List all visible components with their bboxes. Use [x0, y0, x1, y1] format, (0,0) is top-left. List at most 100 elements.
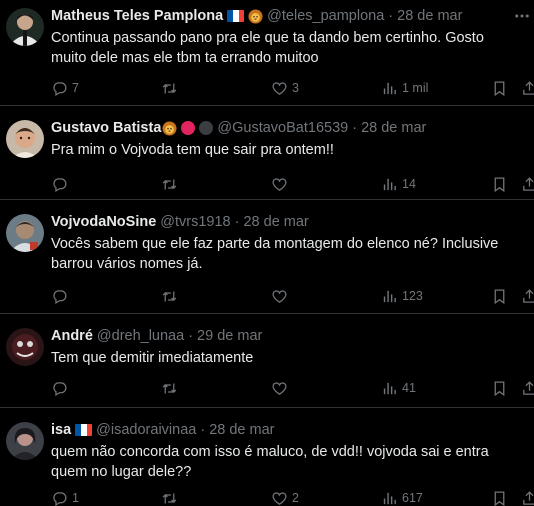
view-count: 14: [402, 177, 416, 191]
views-icon: [383, 382, 396, 394]
display-name[interactable]: Matheus Teles Pamplona: [51, 8, 223, 24]
bookmark-icon: [494, 380, 505, 396]
reply-icon: [53, 491, 67, 506]
tweet-text: Pra mim o Vojvoda tem que sair pra ontem…: [51, 142, 334, 158]
user-handle[interactable]: @dreh_lunaa: [97, 328, 184, 344]
retweet-icon: [162, 291, 177, 301]
red-circle-icon: [181, 121, 196, 135]
more-icon[interactable]: [512, 6, 532, 26]
separator-dot: ·: [388, 8, 394, 24]
avatar[interactable]: [6, 422, 44, 460]
bookmark-icon: [494, 288, 505, 304]
display-name[interactable]: VojvodaNoSine: [51, 214, 156, 230]
views-icon: [383, 178, 396, 190]
reply-button[interactable]: [51, 286, 72, 306]
tweet-text: Tem que demitir imediatamente: [51, 350, 254, 366]
avatar[interactable]: [6, 120, 44, 158]
bookmark-button[interactable]: [491, 378, 508, 398]
tweet-text: Vocês sabem que ele faz parte da montage…: [51, 236, 499, 272]
avatar[interactable]: [6, 8, 44, 46]
tweet-text: quem não concorda com isso é maluco, de …: [51, 444, 489, 480]
separator-dot: ·: [200, 422, 206, 438]
share-icon: [523, 490, 534, 505]
retweet-button[interactable]: [161, 286, 182, 306]
tweet-text: Continua passando pano pra ele que ta da…: [51, 30, 484, 66]
retweet-button[interactable]: [161, 174, 182, 194]
tweet[interactable]: VojvodaNoSine @tvrs1918 · 28 de mar Você…: [0, 200, 534, 314]
views-button[interactable]: 123: [381, 286, 423, 306]
like-icon: [272, 491, 287, 505]
tweet[interactable]: Gustavo Batista @GustavoBat16539 · 28 de…: [0, 106, 534, 200]
share-button[interactable]: [521, 378, 534, 398]
like-button[interactable]: 2: [271, 488, 299, 506]
views-button[interactable]: 617: [381, 488, 423, 506]
views-button[interactable]: 41: [381, 378, 416, 398]
tweet[interactable]: André @dreh_lunaa · 29 de mar Tem que de…: [0, 314, 534, 408]
bookmark-icon: [494, 490, 505, 506]
tweet-actions: 1 2 617: [51, 488, 534, 506]
bookmark-button[interactable]: [491, 488, 508, 506]
avatar[interactable]: [6, 214, 44, 252]
like-icon: [272, 381, 287, 395]
reply-button[interactable]: [51, 378, 72, 398]
user-handle[interactable]: @GustavoBat16539: [217, 120, 348, 136]
tweet-date[interactable]: 29 de mar: [197, 328, 262, 344]
like-button[interactable]: [271, 174, 292, 194]
retweet-button[interactable]: [161, 78, 182, 98]
reply-button[interactable]: 1: [51, 488, 79, 506]
like-button[interactable]: [271, 378, 292, 398]
reply-icon: [53, 381, 67, 396]
bookmark-button[interactable]: [491, 78, 508, 98]
reply-count: 1: [72, 491, 79, 505]
reply-count: 7: [72, 81, 79, 95]
display-name[interactable]: Gustavo Batista: [51, 120, 161, 136]
reply-button[interactable]: [51, 174, 72, 194]
retweet-icon: [162, 383, 177, 393]
view-count: 617: [402, 491, 423, 505]
user-handle[interactable]: @teles_pamplona: [267, 8, 384, 24]
like-button[interactable]: 3: [271, 78, 299, 98]
like-count: 3: [292, 81, 299, 95]
reply-icon: [53, 289, 67, 304]
bookmark-icon: [494, 176, 505, 192]
views-icon: [383, 290, 396, 302]
tweet-date[interactable]: 28 de mar: [243, 214, 308, 230]
retweet-icon: [162, 179, 177, 189]
like-icon: [272, 177, 287, 191]
bookmark-button[interactable]: [491, 286, 508, 306]
tweet[interactable]: isa @isadoraivinaa · 28 de mar quem não …: [0, 408, 534, 506]
like-icon: [272, 289, 287, 303]
share-icon: [523, 380, 534, 395]
retweet-button[interactable]: [161, 488, 182, 506]
share-icon: [523, 80, 534, 95]
views-icon: [383, 82, 396, 94]
bookmark-button[interactable]: [491, 174, 508, 194]
share-icon: [523, 288, 534, 303]
tweet[interactable]: Matheus Teles Pamplona @teles_pamplona ·…: [0, 0, 534, 106]
reply-button[interactable]: 7: [51, 78, 79, 98]
share-button[interactable]: [521, 286, 534, 306]
retweet-icon: [162, 493, 177, 503]
reply-icon: [53, 81, 67, 96]
retweet-icon: [162, 83, 177, 93]
tweet-date[interactable]: 28 de mar: [209, 422, 274, 438]
share-button[interactable]: [521, 488, 534, 506]
views-button[interactable]: 1 mil: [381, 78, 428, 98]
share-button[interactable]: [521, 174, 534, 194]
like-count: 2: [292, 491, 299, 505]
reply-icon: [53, 177, 67, 192]
display-name[interactable]: isa: [51, 422, 71, 438]
retweet-button[interactable]: [161, 378, 182, 398]
like-icon: [272, 81, 287, 95]
avatar[interactable]: [6, 328, 44, 366]
like-button[interactable]: [271, 286, 292, 306]
user-handle[interactable]: @tvrs1918: [160, 214, 230, 230]
bookmark-icon: [494, 80, 505, 96]
tweet-date[interactable]: 28 de mar: [361, 120, 426, 136]
share-button[interactable]: [521, 78, 534, 98]
lion-emoji-icon: [248, 8, 263, 24]
views-button[interactable]: 14: [381, 174, 416, 194]
display-name[interactable]: André: [51, 328, 93, 344]
tweet-date[interactable]: 28 de mar: [397, 8, 462, 24]
user-handle[interactable]: @isadoraivinaa: [96, 422, 196, 438]
